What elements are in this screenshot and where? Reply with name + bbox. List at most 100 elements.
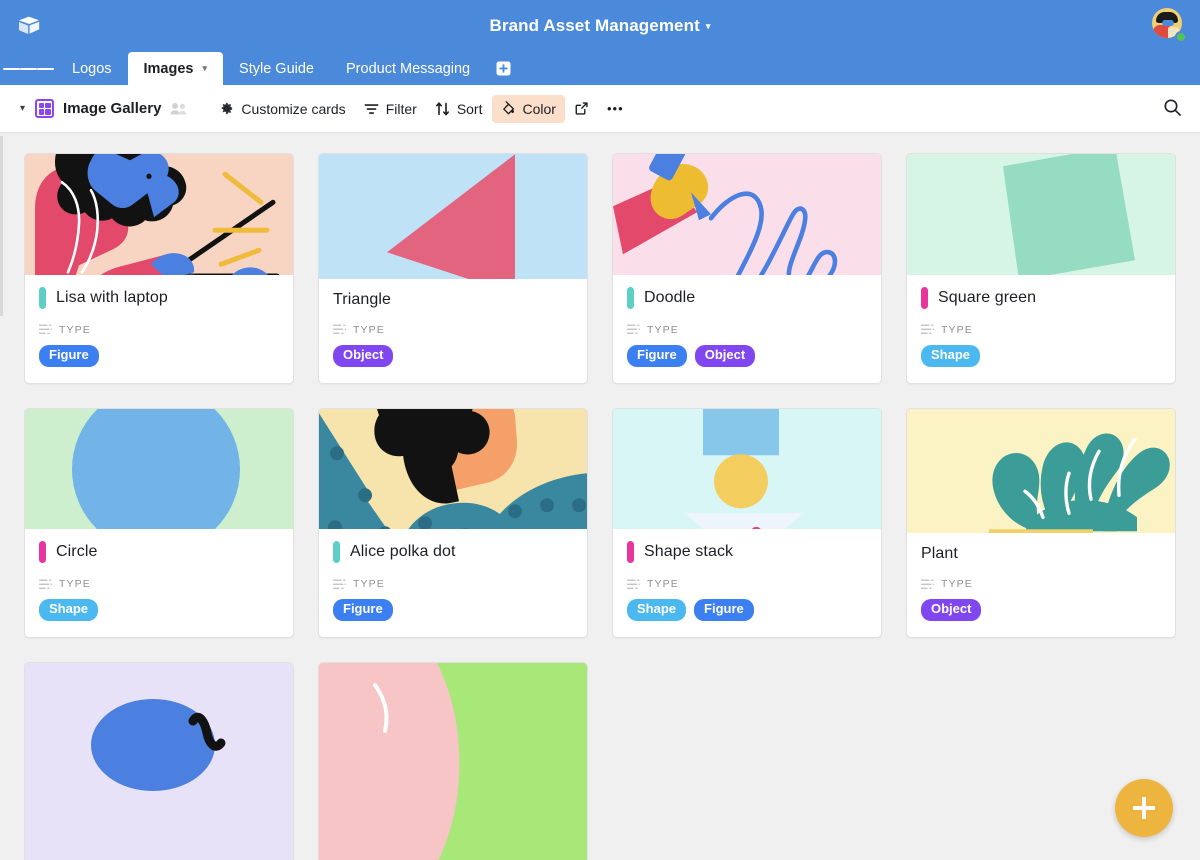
add-table-button[interactable]: [486, 52, 520, 85]
gallery-card[interactable]: Circle TYPE Shape: [24, 408, 294, 639]
shape-stack-illustration: [613, 409, 881, 530]
tab-style-guide[interactable]: Style Guide: [223, 52, 330, 85]
card-title-row: Lisa with laptop: [39, 287, 279, 309]
gallery-card[interactable]: Square green TYPE Shape: [906, 153, 1176, 384]
tab-logos[interactable]: Logos: [56, 52, 128, 85]
gallery-card[interactable]: Alice polka dot TYPE Figure: [318, 408, 588, 639]
card-color-bar: [627, 287, 634, 309]
gear-icon: [219, 101, 234, 116]
field-name: TYPE: [353, 578, 385, 590]
field-label: TYPE: [333, 324, 573, 336]
multi-select-icon: [39, 579, 52, 590]
tag-pill[interactable]: Shape: [921, 345, 980, 367]
card-title-row: Square green: [921, 287, 1161, 309]
filter-label: Filter: [386, 101, 417, 117]
card-title-row: Circle: [39, 541, 279, 563]
multi-select-icon: [921, 579, 934, 590]
add-record-button[interactable]: [1115, 779, 1173, 837]
card-thumbnail[interactable]: [25, 154, 293, 275]
avatar[interactable]: [1152, 8, 1186, 42]
avatar-shape: [1162, 20, 1174, 26]
hamburger-menu-icon[interactable]: [0, 52, 56, 85]
pink-green-partial-illustration: [319, 663, 587, 860]
card-thumbnail[interactable]: [907, 409, 1175, 534]
gallery-card[interactable]: Plant TYPE Object: [906, 408, 1176, 639]
tag-pill[interactable]: Shape: [39, 599, 98, 621]
card-title: Plant: [921, 545, 958, 563]
gallery-card[interactable]: [318, 662, 588, 860]
tab-label: Images: [144, 61, 194, 77]
gallery-card[interactable]: [24, 662, 294, 860]
filter-icon: [364, 102, 379, 116]
card-color-bar: [39, 287, 46, 309]
app-logo[interactable]: [0, 13, 58, 39]
chevron-down-icon[interactable]: ▾: [203, 63, 208, 74]
collapse-sidebar-caret[interactable]: ▾: [14, 103, 35, 114]
circle-illustration: [25, 409, 293, 530]
card-thumbnail[interactable]: [319, 154, 587, 279]
field-name: TYPE: [59, 578, 91, 590]
app-header: Brand Asset Management▾: [0, 0, 1200, 52]
tag-pill[interactable]: Figure: [694, 599, 754, 621]
tab-product-messaging[interactable]: Product Messaging: [330, 52, 486, 85]
gallery-grid-icon[interactable]: [35, 99, 54, 118]
card-title: Lisa with laptop: [56, 289, 168, 307]
gallery-card[interactable]: Lisa with laptop TYPE Figure: [24, 153, 294, 384]
tag-pill[interactable]: Shape: [627, 599, 686, 621]
card-thumbnail[interactable]: [907, 154, 1175, 275]
collaborators-icon[interactable]: [170, 102, 188, 115]
airtable-logo-icon: [16, 13, 42, 39]
tag-pill[interactable]: Object: [695, 345, 755, 367]
field-name: TYPE: [59, 324, 91, 336]
view-name[interactable]: Image Gallery: [63, 100, 161, 117]
app-title-wrap[interactable]: Brand Asset Management▾: [0, 16, 1200, 36]
card-thumbnail[interactable]: [319, 663, 587, 860]
card-color-bar: [333, 541, 340, 563]
square-green-illustration: [907, 154, 1175, 275]
card-thumbnail[interactable]: [25, 663, 293, 860]
customize-cards-button[interactable]: Customize cards: [210, 95, 354, 123]
plus-square-icon: [496, 61, 511, 76]
gallery-card[interactable]: Triangle TYPE Object: [318, 153, 588, 384]
card-body: Circle TYPE Shape: [25, 529, 293, 637]
card-color-bar: [627, 541, 634, 563]
view-toolbar: ▾ Image Gallery Customize cards: [0, 85, 1200, 133]
more-options-button[interactable]: •••: [598, 95, 633, 123]
card-title-row: Doodle: [627, 287, 867, 309]
field-name: TYPE: [941, 324, 973, 336]
filter-button[interactable]: Filter: [355, 95, 426, 123]
card-tags: Object: [333, 345, 573, 367]
alice-polka-dot-illustration: [319, 409, 587, 530]
search-button[interactable]: [1163, 98, 1182, 122]
scroll-edge-indicator: [0, 136, 3, 316]
card-body: Alice polka dot TYPE Figure: [319, 529, 587, 637]
sort-button[interactable]: Sort: [426, 95, 492, 123]
color-label: Color: [523, 101, 556, 117]
tab-images[interactable]: Images ▾: [128, 52, 224, 85]
tag-pill[interactable]: Figure: [333, 599, 393, 621]
card-body: Square green TYPE Shape: [907, 275, 1175, 383]
card-title: Doodle: [644, 289, 695, 307]
card-title: Triangle: [333, 291, 391, 309]
gallery-card[interactable]: Doodle TYPE Figure Object: [612, 153, 882, 384]
lisa-with-laptop-illustration: [25, 154, 293, 275]
tag-pill[interactable]: Figure: [39, 345, 99, 367]
more-options-label: •••: [607, 101, 624, 116]
card-tags: Shape Figure: [627, 599, 867, 621]
triangle-illustration: [319, 154, 587, 279]
multi-select-icon: [39, 324, 52, 335]
tag-pill[interactable]: Object: [921, 599, 981, 621]
card-thumbnail[interactable]: [613, 409, 881, 530]
gallery-card[interactable]: Shape stack TYPE Shape Figure: [612, 408, 882, 639]
card-thumbnail[interactable]: [25, 409, 293, 530]
card-thumbnail[interactable]: [613, 154, 881, 275]
tab-label: Product Messaging: [346, 61, 470, 77]
multi-select-icon: [333, 324, 346, 335]
field-name: TYPE: [647, 578, 679, 590]
card-thumbnail[interactable]: [319, 409, 587, 530]
tag-pill[interactable]: Object: [333, 345, 393, 367]
color-button[interactable]: Color: [492, 95, 565, 123]
share-view-button[interactable]: [565, 95, 598, 123]
presence-indicator: [1175, 31, 1187, 43]
tag-pill[interactable]: Figure: [627, 345, 687, 367]
